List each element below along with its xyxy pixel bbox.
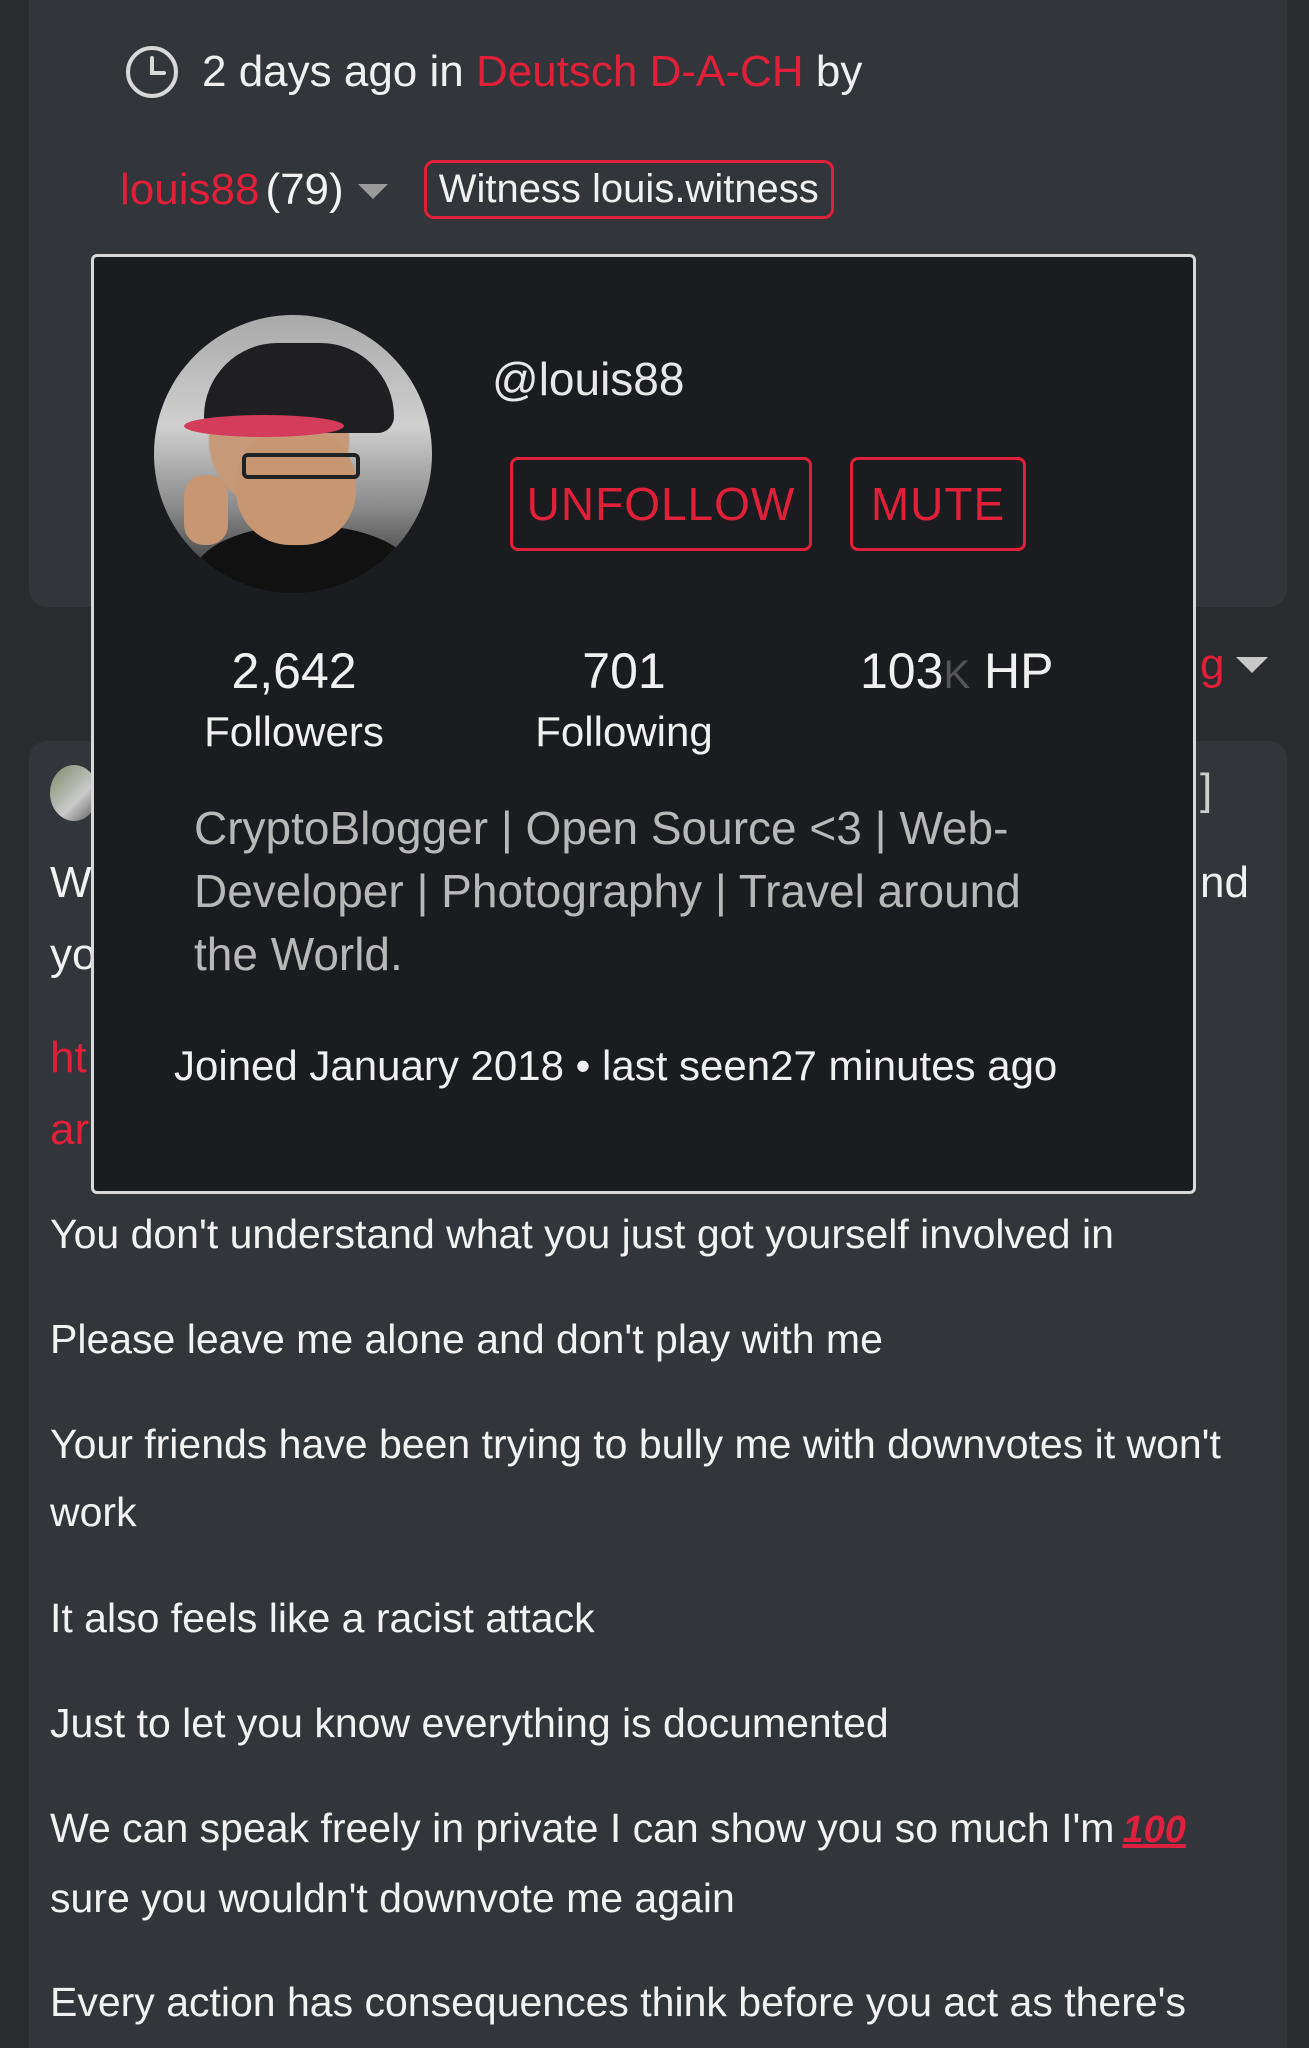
hp-value: 103 xyxy=(860,643,944,699)
followers-stat[interactable]: 2,642 Followers xyxy=(194,642,394,756)
author-link[interactable]: louis88 xyxy=(120,165,259,215)
hundred-points-icon: 100 xyxy=(1122,1809,1186,1851)
followers-count: 2,642 xyxy=(231,643,357,699)
following-stat[interactable]: 701 Following xyxy=(524,642,724,756)
hp-label: HP xyxy=(984,643,1054,699)
witness-badge[interactable]: Witness louis.witness xyxy=(423,160,834,219)
background-fragment: nd xyxy=(1200,858,1249,907)
following-label: Following xyxy=(535,708,713,755)
background-fragment: ] xyxy=(1200,765,1213,814)
background-fragment: g xyxy=(1200,640,1225,689)
hp-unit: K xyxy=(943,653,971,697)
profile-handle: @louis88 xyxy=(492,353,685,405)
profile-joined: Joined January 2018 • last seen27 minute… xyxy=(174,1042,1058,1089)
author-reputation: (79) xyxy=(265,164,344,214)
background-link-fragment[interactable]: ht xyxy=(50,1033,87,1083)
comment-line: Please leave me alone and don't play wit… xyxy=(50,1316,883,1362)
comment-line: We can speak freely in private I can sho… xyxy=(50,1805,1115,1851)
post-time: 2 days ago in xyxy=(202,47,464,96)
profile-bio: CryptoBlogger | Open Source <3 | Web-Dev… xyxy=(194,802,1021,980)
comment-line: Your friends have been trying to bully m… xyxy=(50,1421,1221,1535)
background-link-fragment[interactable]: ar xyxy=(50,1105,89,1155)
chevron-down-icon[interactable] xyxy=(1236,657,1268,673)
profile-popup: @louis88 UNFOLLOW MUTE 2,642 Followers 7… xyxy=(91,254,1196,1194)
post-meta: 2 days ago in Deutsch D-A-CH by xyxy=(124,44,862,100)
unfollow-button[interactable]: UNFOLLOW xyxy=(510,457,812,551)
comment-line: Every action has consequences think befo… xyxy=(50,1979,1186,2025)
comment-line: It also feels like a racist attack xyxy=(50,1595,595,1641)
followers-label: Followers xyxy=(204,708,384,755)
background-fragment: yo xyxy=(50,930,97,979)
chevron-down-icon[interactable] xyxy=(357,184,388,199)
clock-icon xyxy=(126,46,178,98)
background-fragment: W xyxy=(50,858,92,907)
comment-line: You don't understand what you just got y… xyxy=(50,1211,1114,1257)
hive-power-stat: 103K HP xyxy=(860,642,1054,700)
community-link[interactable]: Deutsch D-A-CH xyxy=(476,47,804,97)
comment-line: Just to let you know everything is docum… xyxy=(50,1700,889,1746)
avatar[interactable] xyxy=(154,315,432,593)
following-count: 701 xyxy=(582,643,666,699)
mute-button[interactable]: MUTE xyxy=(850,457,1026,551)
comment-line: sure you wouldn't downvote me again xyxy=(50,1875,735,1921)
comment-paragraph: We can speak freely in private I can sho… xyxy=(50,1794,1260,1932)
by-label: by xyxy=(815,47,863,96)
author-line: louis88 (79) Witness louis.witness xyxy=(120,160,834,219)
